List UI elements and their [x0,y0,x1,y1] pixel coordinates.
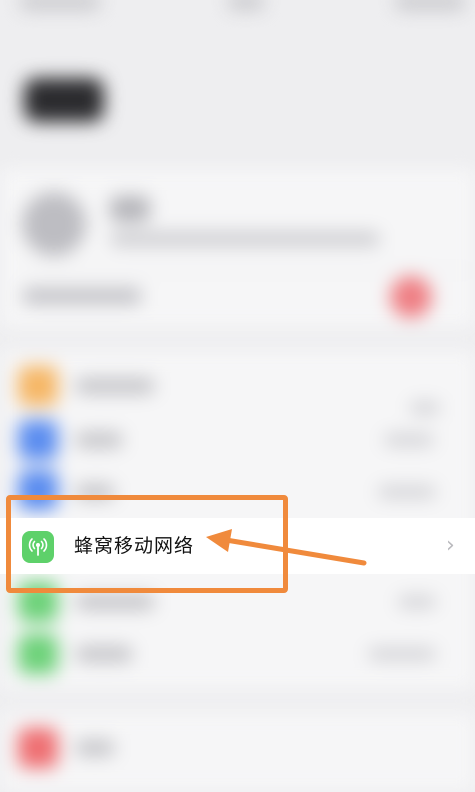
arrow-icon [206,529,367,566]
